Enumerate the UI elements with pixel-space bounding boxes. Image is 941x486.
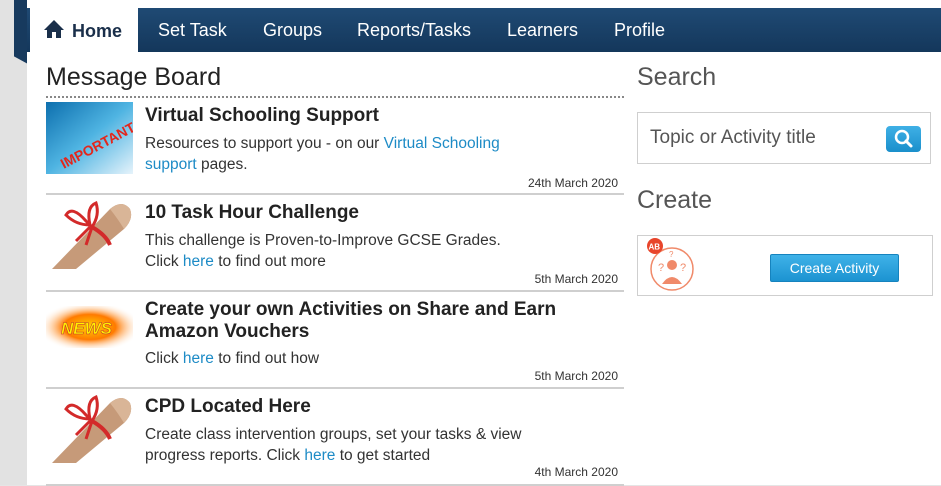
svg-text:?: ?: [680, 262, 686, 274]
message-date: 24th March 2020: [527, 176, 618, 190]
cpd-here-link[interactable]: here: [304, 447, 335, 464]
finger-ribbon-icon: [52, 395, 132, 463]
message-item: CPD Located Here Create class interventi…: [46, 389, 624, 486]
create-activity-button[interactable]: Create Activity: [770, 254, 899, 282]
news-thumbnail: NEWS: [46, 306, 133, 348]
nav-reports-tasks[interactable]: Reports/Tasks: [357, 8, 471, 52]
search-title: Search: [637, 63, 717, 91]
finger-ribbon-icon: [52, 201, 132, 269]
magnifier-icon: [894, 129, 913, 148]
message-date: 5th March 2020: [534, 272, 618, 286]
message-title: Virtual Schooling Support: [145, 105, 379, 126]
nav-profile[interactable]: Profile: [614, 8, 665, 52]
message-date: 4th March 2020: [534, 465, 618, 479]
create-activity-icon: AB ? ? ?: [647, 238, 694, 291]
search-button[interactable]: [886, 126, 921, 152]
message-body: Resources to support you - on our Virtua…: [145, 135, 500, 173]
left-edge-tab: [14, 0, 28, 64]
message-title: CPD Located Here: [145, 396, 311, 417]
nav-home[interactable]: Home: [30, 8, 138, 54]
svg-text:?: ?: [658, 262, 664, 274]
message-title: 10 Task Hour Challenge: [145, 202, 359, 223]
create-title: Create: [637, 186, 713, 214]
message-body: This challenge is Proven-to-Improve GCSE…: [145, 232, 501, 270]
message-item: 10 Task Hour Challenge This challenge is…: [46, 195, 624, 292]
challenge-here-link[interactable]: here: [183, 253, 214, 270]
share-earn-here-link[interactable]: here: [183, 350, 214, 367]
svg-text:?: ?: [669, 250, 674, 259]
nav-groups[interactable]: Groups: [263, 8, 322, 52]
news-thumb-text: NEWS: [61, 319, 113, 338]
svg-text:AB: AB: [649, 243, 661, 252]
left-margin: [0, 0, 27, 485]
nav-set-task[interactable]: Set Task: [158, 8, 227, 52]
search-input[interactable]: [650, 125, 880, 151]
search-box: [637, 112, 931, 164]
top-navbar: Home Set Task Groups Reports/Tasks Learn…: [27, 8, 941, 54]
message-board: IMPORTANT Virtual Schooling Support Reso…: [46, 96, 624, 486]
nav-learners[interactable]: Learners: [507, 8, 578, 52]
important-thumbnail: IMPORTANT: [46, 102, 133, 174]
message-body: Create class intervention groups, set yo…: [145, 426, 522, 464]
message-body: Click here to find out how: [145, 350, 320, 367]
home-icon: [44, 20, 64, 38]
message-item: NEWS Create your own Activities on Share…: [46, 292, 624, 389]
message-date: 5th March 2020: [534, 369, 618, 383]
message-item: IMPORTANT Virtual Schooling Support Reso…: [46, 98, 624, 195]
message-title: Create your own Activities on Share and …: [145, 299, 557, 342]
nav-home-label: Home: [72, 21, 123, 41]
page: Home Set Task Groups Reports/Tasks Learn…: [27, 0, 941, 486]
message-board-title: Message Board: [46, 63, 222, 91]
create-box: AB ? ? ? Create Activity: [637, 235, 933, 296]
